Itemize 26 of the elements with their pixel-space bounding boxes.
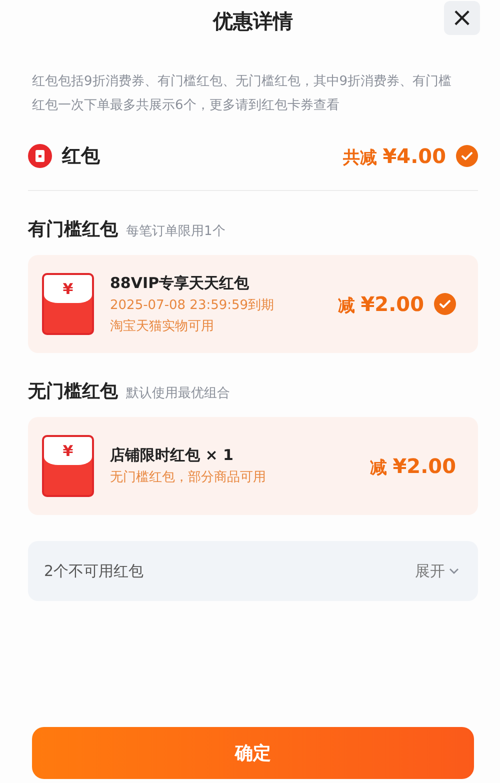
envelope-icon bbox=[28, 144, 52, 168]
coupon-card[interactable]: ¥ 店铺限时红包 × 1 无门槛红包，部分商品可用 减 ¥2.00 bbox=[28, 417, 478, 515]
sheet-title: 优惠详情 bbox=[213, 8, 293, 34]
coupon-name: 88VIP专享天天红包 bbox=[110, 274, 250, 292]
unavailable-label: 2个不可用红包 bbox=[44, 562, 144, 580]
section-note: 默认使用最优组合 bbox=[126, 385, 230, 402]
coupon-card[interactable]: ¥ 88VIP专享天天红包 2025-07-08 23:59:59到期 淘宝天猫实物可用 减 ¥2.00 bbox=[28, 255, 478, 353]
description-text: 红包包括9折消费券、有门槛红包、无门槛红包，其中9折消费券、有门槛红包一次下单最多共展示6个，更多请到红包卡券查看 bbox=[32, 73, 453, 115]
unavailable-panel[interactable]: 2个不可用红包 展开 bbox=[28, 541, 478, 601]
envelope-icon: ¥ bbox=[42, 273, 94, 335]
check-icon[interactable] bbox=[456, 145, 478, 167]
close-button[interactable]: × bbox=[444, 1, 480, 35]
section-label: 红包 bbox=[62, 144, 100, 169]
coupon-detail: 淘宝天猫实物可用 bbox=[110, 318, 215, 334]
total-discount: 共减 ¥4.00 bbox=[342, 144, 446, 168]
section-heading: 有门槛红包 bbox=[28, 218, 118, 241]
coupon-detail: 无门槛红包，部分商品可用 bbox=[110, 469, 266, 486]
coupon-discount: 减 ¥2.00 bbox=[370, 454, 456, 478]
coupon-name: 店铺限时红包 × 1 bbox=[110, 446, 234, 465]
coupon-discount: 减 ¥2.00 bbox=[338, 292, 424, 316]
envelope-icon: ¥ bbox=[42, 435, 94, 497]
coupon-detail: 2025-07-08 23:59:59到期 bbox=[110, 296, 274, 314]
expand-toggle[interactable]: 展开 bbox=[415, 562, 445, 580]
check-icon[interactable] bbox=[434, 293, 456, 315]
section-note: 每笔订单限用1个 bbox=[126, 223, 226, 240]
section-heading: 无门槛红包 bbox=[28, 380, 118, 403]
